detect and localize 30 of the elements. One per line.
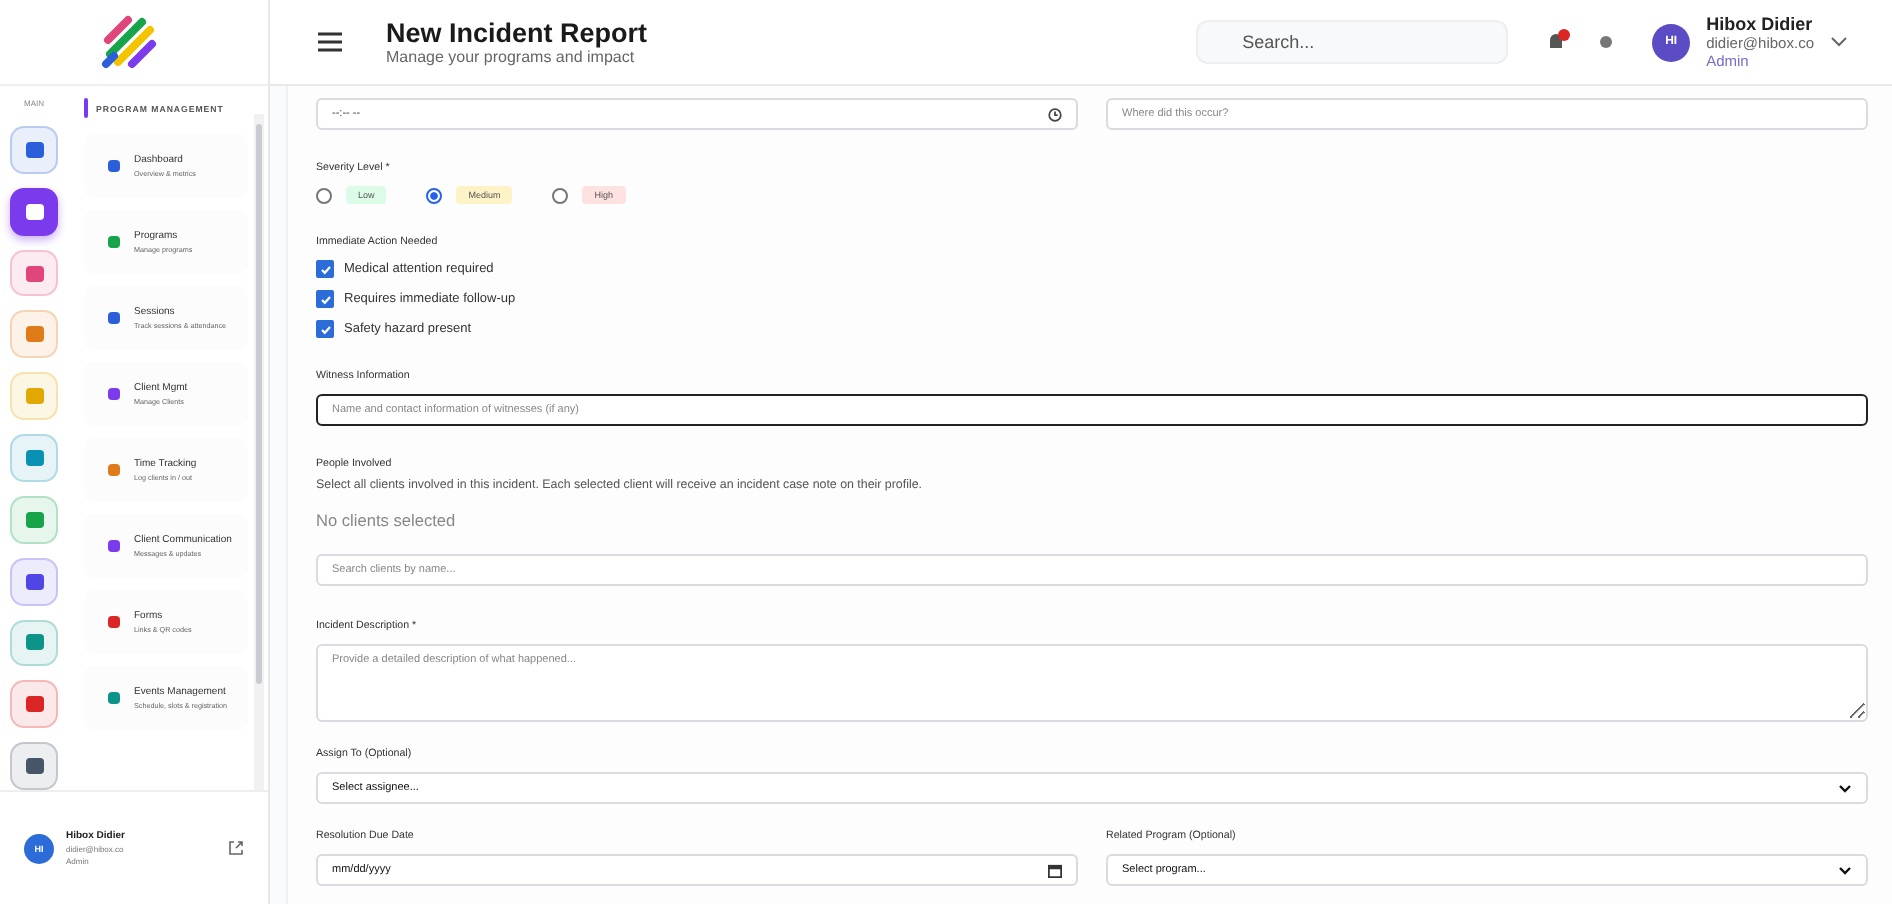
external-link-icon[interactable] [228, 840, 244, 856]
rail-button[interactable] [10, 434, 58, 482]
checkbox[interactable] [316, 320, 334, 338]
rail-button[interactable] [10, 742, 58, 790]
rail-button[interactable] [10, 557, 58, 605]
page-title: New Incident Report [386, 18, 650, 48]
chevron-down-icon [1838, 783, 1852, 793]
checkbox[interactable] [316, 260, 334, 278]
rail-button[interactable] [10, 680, 58, 729]
rail-button[interactable] [10, 249, 58, 297]
logo-icon [99, 12, 159, 72]
rail-button[interactable] [10, 495, 58, 544]
calendar-icon[interactable] [1048, 863, 1062, 877]
status-icon[interactable] [1600, 36, 1613, 48]
rail-button[interactable] [10, 619, 58, 667]
rail-button[interactable] [10, 126, 58, 174]
search-field[interactable]: Search... [1196, 20, 1509, 64]
rail-button[interactable] [10, 187, 58, 236]
chevron-down-icon[interactable] [1830, 36, 1848, 48]
radio-button[interactable] [316, 187, 332, 203]
menu-icon[interactable] [318, 32, 342, 52]
page-subtitle: Manage your programs and impact [386, 48, 637, 66]
checkbox[interactable] [316, 290, 334, 308]
radio-button[interactable] [552, 187, 569, 203]
scrollbar[interactable] [254, 114, 264, 790]
clock-icon [1048, 107, 1062, 121]
empty-state-text: No clients selected [316, 510, 458, 530]
user-name: Hibox Didier [1706, 14, 1814, 34]
radio-button[interactable] [426, 187, 443, 203]
chevron-down-icon [1838, 865, 1852, 875]
